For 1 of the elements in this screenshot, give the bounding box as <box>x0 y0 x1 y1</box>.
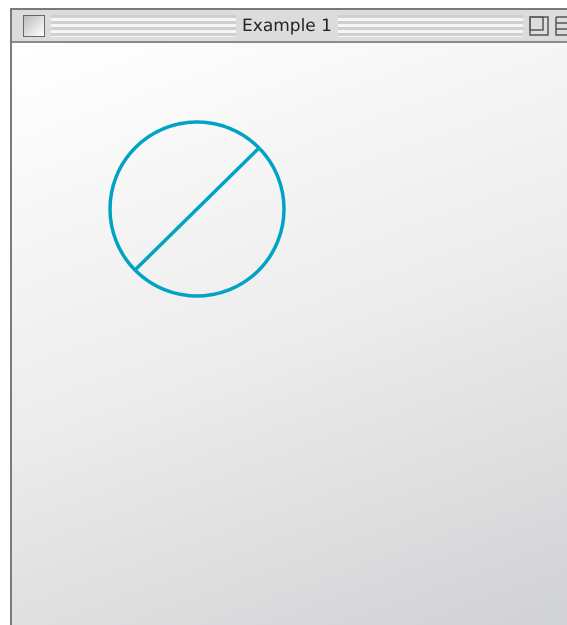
window-title: Example 1 <box>242 16 332 36</box>
